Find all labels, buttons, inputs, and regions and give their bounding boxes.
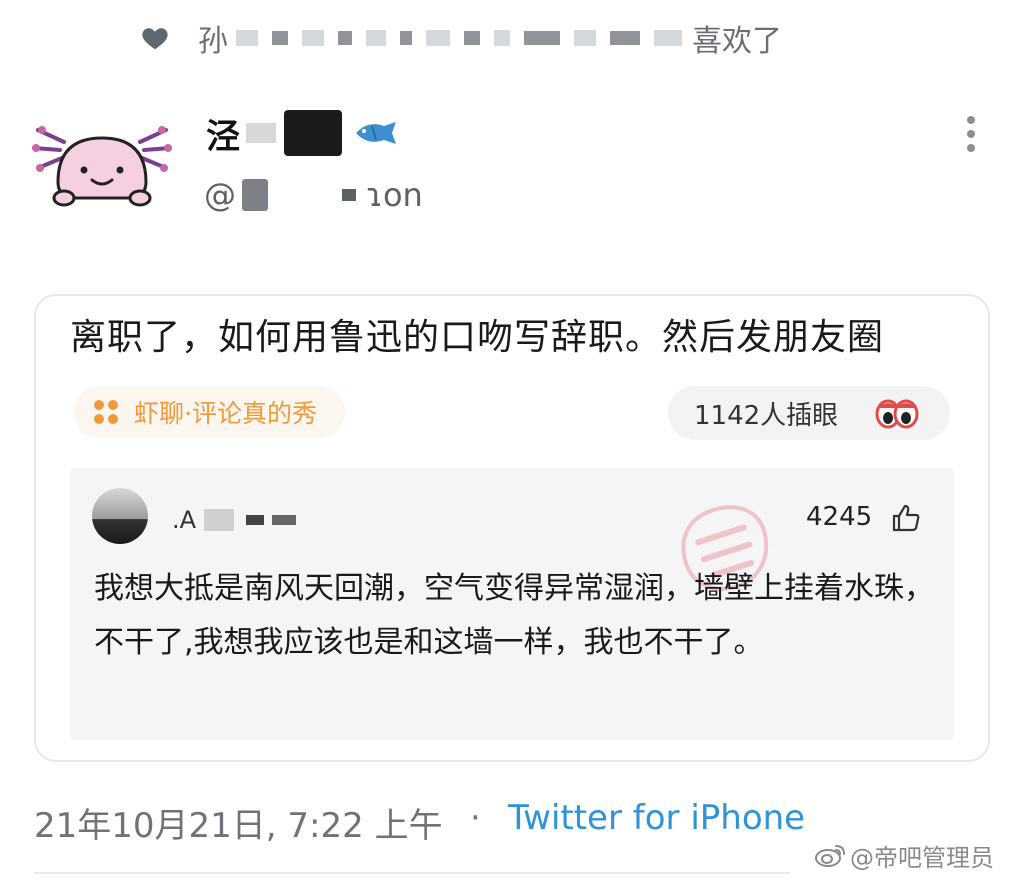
views-count: 1142人插眼 <box>694 400 839 431</box>
redacted-names <box>236 30 682 46</box>
divider <box>34 872 790 874</box>
author-handle[interactable]: @ ɿon <box>204 172 423 218</box>
commenter-redaction <box>246 515 265 525</box>
topic-tag[interactable]: 虾聊·评论真的秀 <box>74 386 345 438</box>
tweet-timestamp[interactable]: 21年10月21日, 7:22 上午 <box>34 798 443 847</box>
fish-emoji-icon <box>356 122 396 144</box>
commenter-name-text: A <box>179 506 197 534</box>
comment-like-count: 4245 <box>806 502 873 532</box>
liked-by-user[interactable]: 孙 <box>198 16 228 60</box>
topic-label: 虾聊·评论真的秀 <box>134 399 317 428</box>
post-title: 离职了，如何用鲁迅的口吻写辞职。然后发朋友圈 <box>70 317 885 358</box>
handle-redaction <box>242 179 268 211</box>
watermark-text: @帝吧管理员 <box>850 843 994 872</box>
commenter-redaction <box>204 509 235 531</box>
author-handle-text: ɿon <box>366 176 423 214</box>
name-redaction <box>246 123 276 143</box>
separator-dot: · <box>470 798 481 838</box>
views-badge[interactable]: 1142人插眼 <box>668 386 950 440</box>
thumbs-up-icon[interactable] <box>890 502 922 534</box>
commenter-name[interactable]: .A <box>172 502 297 538</box>
more-vertical-icon[interactable] <box>956 112 986 156</box>
eyes-icon <box>875 399 919 429</box>
author-name[interactable]: 泾 <box>206 104 398 162</box>
client-link[interactable]: Twitter for iPhone <box>508 798 805 838</box>
commenter-redaction <box>272 515 297 525</box>
heart-icon <box>142 28 168 50</box>
author-name-text: 泾 <box>206 116 240 157</box>
commenter-avatar[interactable] <box>92 488 148 544</box>
liked-label: 喜欢了 <box>692 24 782 59</box>
liked-by-row: 孙 喜欢了 <box>140 14 782 62</box>
author-avatar[interactable] <box>28 112 176 208</box>
grid-dots-icon <box>94 400 118 424</box>
source-watermark: @帝吧管理员 <box>814 838 994 872</box>
handle-redaction <box>342 189 356 201</box>
weibo-logo-icon <box>815 845 845 867</box>
name-redaction <box>284 110 342 156</box>
comment-text: 我想大抵是南风天回潮，空气变得异常湿润，墙壁上挂着水珠，不干了,我想我应该也是和… <box>94 571 934 660</box>
